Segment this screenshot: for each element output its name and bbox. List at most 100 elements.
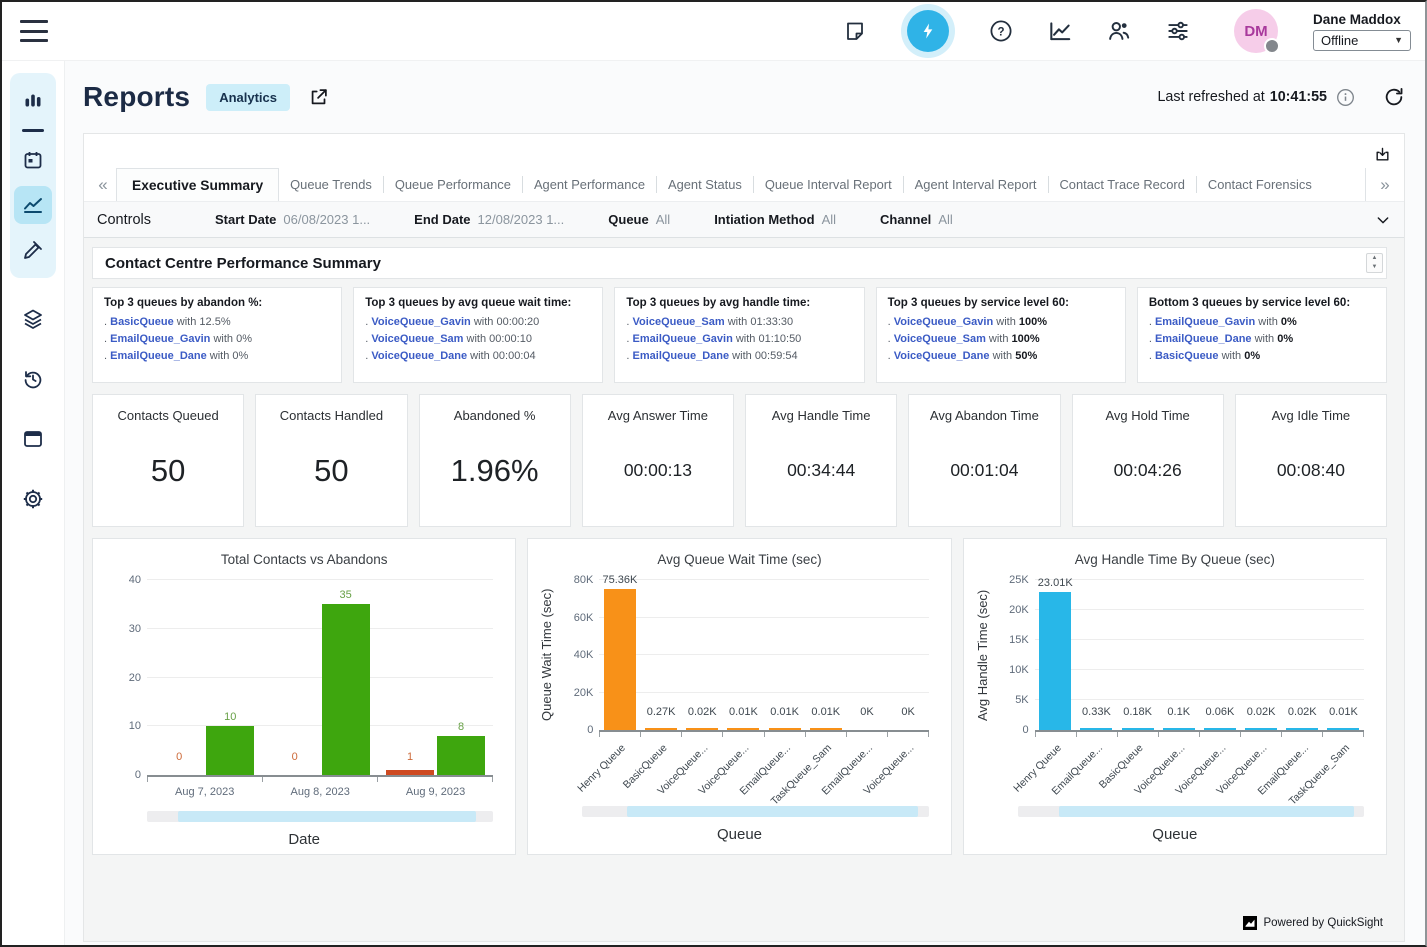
filter-label: Intiation Method: [714, 212, 814, 227]
sliders-icon[interactable]: [1165, 18, 1191, 44]
status-select[interactable]: Offline ▼: [1313, 30, 1411, 51]
scrollbar-thumb[interactable]: [1059, 806, 1353, 817]
users-icon[interactable]: [1106, 18, 1132, 44]
sidebar-item-bar-chart[interactable]: [14, 82, 52, 120]
filter-label: Queue: [608, 212, 648, 227]
y-tick-label: 5K: [993, 694, 1029, 706]
category-emailqueue: 0.33K: [1076, 580, 1117, 730]
summary-scrollbar[interactable]: ▲▼: [1366, 253, 1383, 273]
hamburger-icon[interactable]: [20, 20, 48, 42]
line-chart-icon: [21, 193, 45, 217]
filter-queue[interactable]: QueueAll: [608, 211, 670, 229]
bar-value-label: 0.02K: [1288, 706, 1317, 718]
y-tick-label: 10K: [993, 664, 1029, 676]
info-icon[interactable]: [1336, 88, 1355, 107]
plot-area: 01020304001003518: [147, 580, 493, 777]
tabbar: « Executive SummaryQueue TrendsQueue Per…: [84, 168, 1404, 201]
filter-value: All: [938, 212, 952, 227]
queue-name: EmailQueue_Gavin: [1155, 316, 1255, 328]
tab-contact-trace-record[interactable]: Contact Trace Record: [1049, 168, 1196, 201]
tabs-scroll-right[interactable]: »: [1365, 168, 1404, 201]
sidebar-item-history[interactable]: [14, 360, 52, 398]
kpi-card-avg-abandon-time: Avg Abandon Time00:01:04: [908, 394, 1060, 527]
pen-icon: [21, 238, 45, 262]
scroll-up-icon[interactable]: ▲: [1367, 254, 1382, 263]
sidebar-item-calendar[interactable]: [14, 141, 52, 179]
tab-queue-interval-report[interactable]: Queue Interval Report: [754, 168, 903, 201]
filter-channel[interactable]: Channel All: [880, 211, 953, 229]
bar-group: 8: [437, 721, 485, 775]
bar: [1204, 728, 1236, 730]
kpi-value: 50: [314, 423, 348, 526]
bar: [1080, 728, 1112, 730]
notes-icon[interactable]: [842, 18, 868, 44]
download-button[interactable]: [1374, 146, 1391, 168]
insight-item: . VoiceQueue_Sam with 01:33:30: [626, 316, 852, 328]
dashboard-panel: « Executive SummaryQueue TrendsQueue Per…: [83, 133, 1405, 942]
scrollbar-thumb[interactable]: [178, 811, 476, 822]
bars-layer: 23.01K0.33K0.18K0.1K0.06K0.02K0.02K0.01K: [1035, 580, 1364, 730]
filter-label: Channel: [880, 212, 931, 227]
category-emailqueue: 0K: [846, 580, 887, 730]
queue-name: VoiceQueue_Gavin: [371, 316, 470, 328]
controls-expand-button[interactable]: [1375, 212, 1391, 228]
queue-name: EmailQueue_Gavin: [110, 333, 210, 345]
scroll-down-icon[interactable]: ▼: [1367, 263, 1382, 272]
bar-value-label: 0.06K: [1206, 706, 1235, 718]
analytics-icon[interactable]: [1047, 18, 1073, 44]
bar-group: 0.01K: [769, 706, 801, 730]
tab-agent-status[interactable]: Agent Status: [657, 168, 753, 201]
sidebar-item-window[interactable]: [14, 420, 52, 458]
chart-scrollbar[interactable]: [147, 811, 493, 822]
x-axis-labels: Henry QueueEmailQueue...BasicQueueVoiceQ…: [1035, 737, 1364, 799]
insight-value: 0%: [1277, 333, 1293, 345]
sidebar-item-line-chart[interactable]: [14, 186, 52, 224]
filters: Start Date06/08/2023 1... End Date12/08/2…: [215, 211, 997, 229]
bar-group: 0: [271, 751, 319, 775]
tabs-scroll-left[interactable]: «: [90, 168, 116, 201]
y-tick-label: 10: [105, 720, 141, 732]
bar-group: 1: [386, 751, 434, 775]
bar-value-label: 0: [292, 751, 298, 763]
tab-queue-performance[interactable]: Queue Performance: [384, 168, 522, 201]
sidebar-item-settings[interactable]: [14, 480, 52, 518]
lightning-button[interactable]: [907, 10, 949, 52]
avatar[interactable]: DM: [1234, 9, 1278, 53]
bar-value-label: 0K: [901, 706, 914, 718]
gear-icon: [21, 487, 45, 511]
insight-item: . EmailQueue_Gavin with 01:10:50: [626, 333, 852, 345]
external-link-icon: [308, 86, 330, 108]
help-icon[interactable]: ?: [988, 18, 1014, 44]
bar-value-label: 23.01K: [1038, 577, 1073, 589]
analytics-badge: Analytics: [206, 84, 290, 111]
chart-title: Avg Handle Time By Queue (sec): [974, 552, 1376, 567]
kpi-card-avg-handle-time: Avg Handle Time00:34:44: [745, 394, 897, 527]
sidebar-item-layers[interactable]: [14, 300, 52, 338]
bar-group: 0.1K: [1163, 706, 1195, 730]
tab-executive-summary[interactable]: Executive Summary: [116, 168, 279, 201]
tab-agent-interval-report[interactable]: Agent Interval Report: [904, 168, 1048, 201]
kpi-value: 00:00:13: [624, 423, 692, 526]
queue-name: EmailQueue_Dane: [110, 350, 207, 362]
bar-group: 0.02K: [1245, 706, 1277, 730]
filter-start-date[interactable]: Start Date06/08/2023 1...: [215, 211, 370, 229]
tab-contact-forensics[interactable]: Contact Forensics: [1197, 168, 1323, 201]
sidebar-divider: [22, 129, 44, 132]
filter-intiation-method[interactable]: Intiation MethodAll: [714, 211, 836, 229]
bar: [437, 736, 485, 775]
tab-agent-performance[interactable]: Agent Performance: [523, 168, 656, 201]
bar-group: 75.36K: [602, 574, 637, 730]
kpi-value: 50: [151, 423, 185, 526]
sidebar-item-pen[interactable]: [14, 231, 52, 269]
chart-scrollbar[interactable]: [1018, 806, 1364, 817]
tab-queue-trends[interactable]: Queue Trends: [279, 168, 383, 201]
app-frame: ? DM Dane Maddox Offline ▼: [0, 0, 1427, 947]
filter-end-date[interactable]: End Date12/08/2023 1...: [414, 211, 564, 229]
refresh-button[interactable]: [1383, 86, 1405, 108]
category-aug-8-2023: 035: [262, 580, 377, 775]
insight-value: 00:00:10: [489, 333, 532, 345]
queue-name: EmailQueue_Dane: [633, 350, 730, 362]
open-in-new-button[interactable]: [308, 86, 330, 108]
chart-scrollbar[interactable]: [582, 806, 928, 817]
scrollbar-thumb[interactable]: [627, 806, 918, 817]
